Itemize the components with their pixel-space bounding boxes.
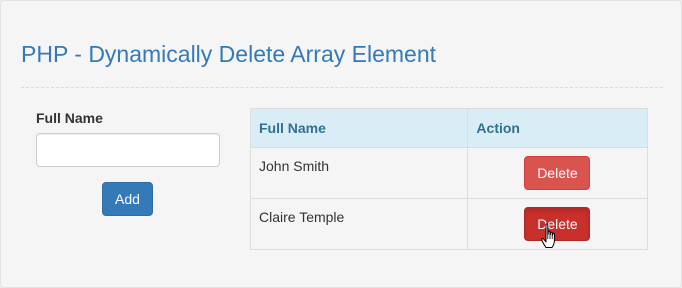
add-button[interactable]: Add — [102, 182, 153, 216]
column-header-action: Action — [467, 108, 648, 148]
divider — [21, 87, 663, 88]
page-title: PHP - Dynamically Delete Array Element — [21, 41, 436, 67]
row-action-cell: Delete — [467, 147, 648, 199]
content-panel: PHP - Dynamically Delete Array Element F… — [0, 0, 682, 288]
column-header-full-name: Full Name — [249, 108, 469, 148]
full-name-input[interactable] — [36, 133, 220, 167]
names-table: Full Name Action John Smith Delete Clair… — [249, 108, 648, 250]
delete-button[interactable]: Delete — [524, 156, 591, 190]
table-header-row: Full Name Action — [249, 108, 648, 148]
row-name-cell: Claire Temple — [249, 198, 469, 250]
hand-pointer-icon — [541, 223, 555, 248]
row-name-cell: John Smith — [249, 147, 469, 199]
table-row: John Smith Delete — [249, 147, 648, 199]
table-row: Claire Temple Delete — [249, 198, 648, 250]
full-name-label: Full Name — [36, 110, 103, 126]
